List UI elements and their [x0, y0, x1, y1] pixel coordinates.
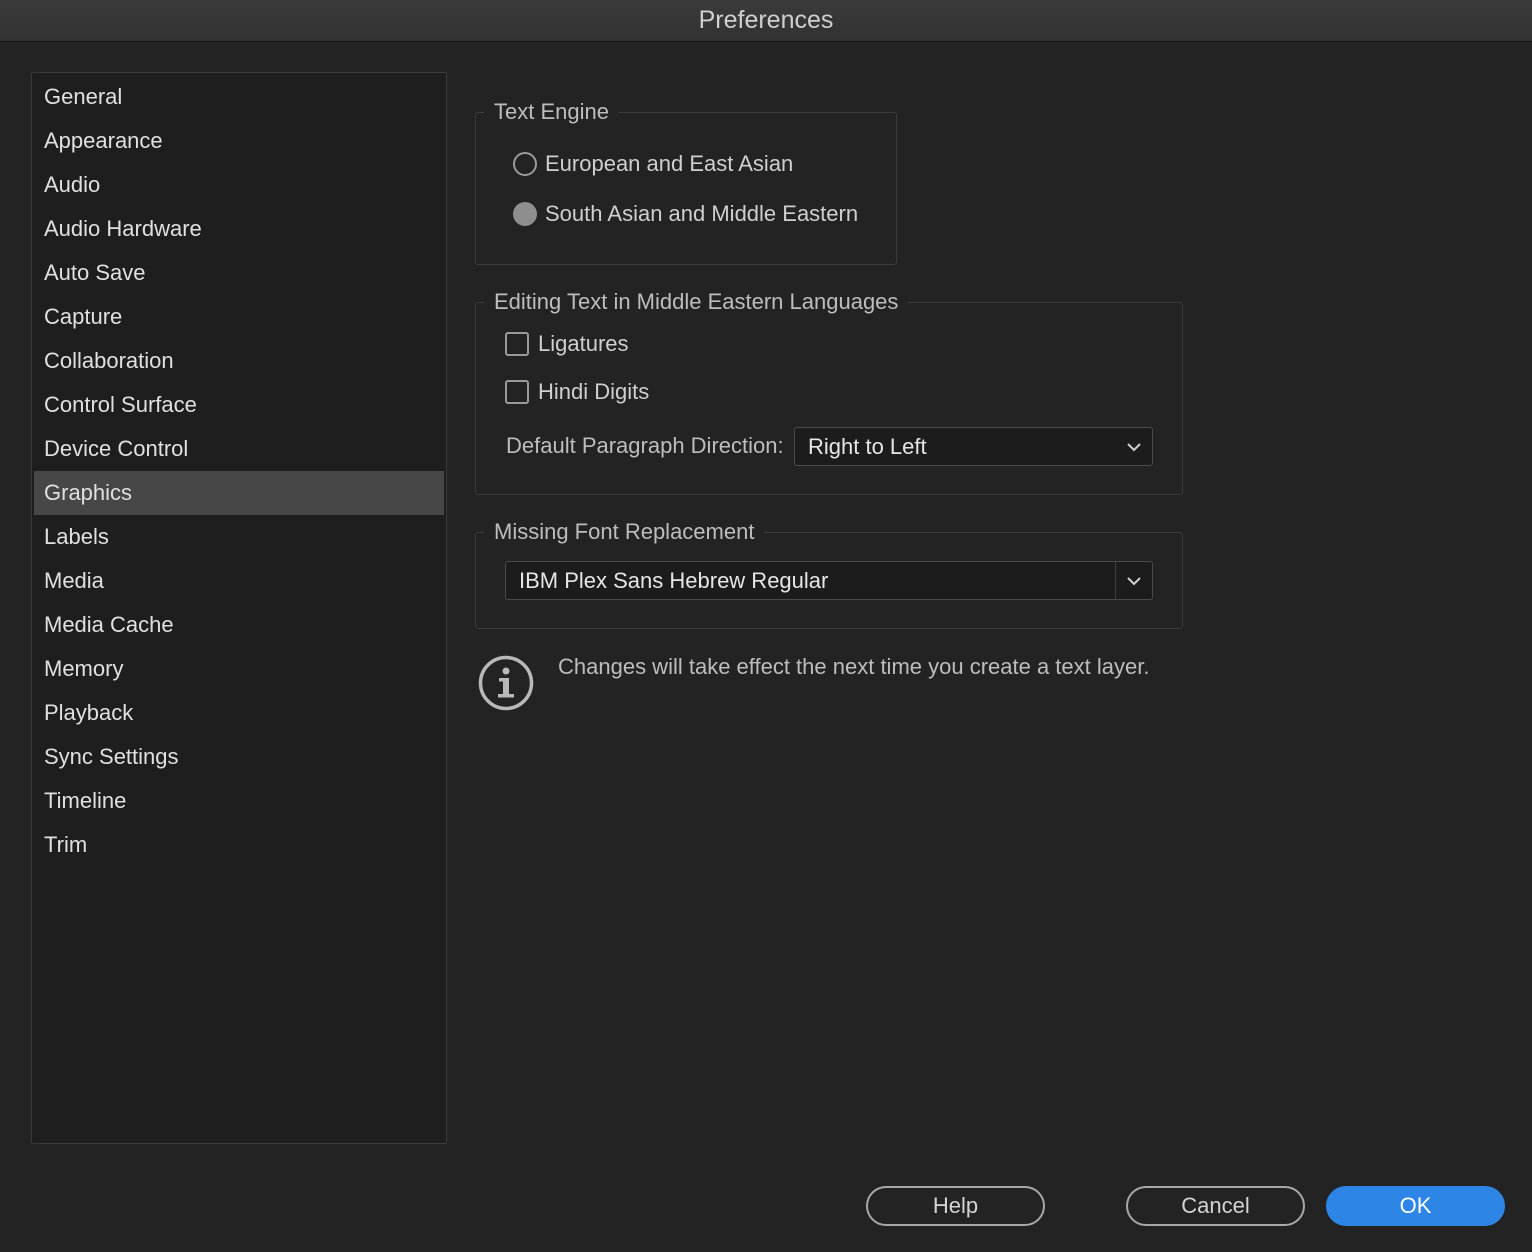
- preferences-window: Preferences General Appearance Audio Aud…: [0, 0, 1532, 1252]
- sidebar-item-memory[interactable]: Memory: [34, 647, 444, 691]
- sidebar-item-labels[interactable]: Labels: [34, 515, 444, 559]
- preferences-sidebar: General Appearance Audio Audio Hardware …: [31, 72, 447, 1144]
- info-message: Changes will take effect the next time y…: [558, 654, 1150, 679]
- sidebar-item-audio-hardware[interactable]: Audio Hardware: [34, 207, 444, 251]
- sidebar-item-media-cache[interactable]: Media Cache: [34, 603, 444, 647]
- sidebar-item-audio[interactable]: Audio: [34, 163, 444, 207]
- hindi-digits-checkbox[interactable]: [505, 380, 529, 404]
- ligatures-label: Ligatures: [538, 331, 629, 356]
- sidebar-item-appearance[interactable]: Appearance: [34, 119, 444, 163]
- sidebar-item-collaboration[interactable]: Collaboration: [34, 339, 444, 383]
- sidebar-item-control-surface[interactable]: Control Surface: [34, 383, 444, 427]
- hindi-digits-label: Hindi Digits: [538, 379, 650, 404]
- radio-button-unchecked[interactable]: [513, 152, 537, 176]
- cancel-button[interactable]: Cancel: [1126, 1186, 1305, 1226]
- text-engine-legend: Text Engine: [484, 97, 619, 127]
- sidebar-item-auto-save[interactable]: Auto Save: [34, 251, 444, 295]
- paragraph-direction-label: Default Paragraph Direction:: [506, 433, 784, 458]
- window-title: Preferences: [0, 0, 1532, 42]
- paragraph-direction-dropdown[interactable]: Right to Left: [794, 427, 1153, 466]
- paragraph-direction-value: Right to Left: [808, 434, 927, 459]
- sidebar-item-capture[interactable]: Capture: [34, 295, 444, 339]
- radio-button-checked[interactable]: [513, 202, 537, 226]
- sidebar-item-media[interactable]: Media: [34, 559, 444, 603]
- ok-button[interactable]: OK: [1326, 1186, 1505, 1226]
- chevron-down-icon[interactable]: [1115, 562, 1152, 599]
- radio-european-east-asian[interactable]: European and East Asian: [513, 149, 793, 179]
- sidebar-item-timeline[interactable]: Timeline: [34, 779, 444, 823]
- sidebar-item-playback[interactable]: Playback: [34, 691, 444, 735]
- radio-label-south-asian-middle-eastern: South Asian and Middle Eastern: [545, 201, 859, 226]
- ligatures-checkbox-row[interactable]: Ligatures: [505, 329, 629, 359]
- middle-eastern-group: Editing Text in Middle Eastern Languages…: [475, 287, 1183, 495]
- hindi-digits-checkbox-row[interactable]: Hindi Digits: [505, 377, 649, 407]
- sidebar-item-device-control[interactable]: Device Control: [34, 427, 444, 471]
- sidebar-item-sync-settings[interactable]: Sync Settings: [34, 735, 444, 779]
- ligatures-checkbox[interactable]: [505, 332, 529, 356]
- missing-font-group: Missing Font Replacement IBM Plex Sans H…: [475, 517, 1183, 629]
- missing-font-value: IBM Plex Sans Hebrew Regular: [519, 568, 829, 593]
- info-icon: [478, 655, 534, 711]
- sidebar-item-general[interactable]: General: [34, 75, 444, 119]
- radio-label-european-east-asian: European and East Asian: [545, 151, 794, 176]
- missing-font-dropdown[interactable]: IBM Plex Sans Hebrew Regular: [505, 561, 1153, 600]
- chevron-down-icon[interactable]: [1116, 428, 1152, 465]
- sidebar-item-graphics[interactable]: Graphics: [34, 471, 444, 515]
- radio-south-asian-middle-eastern[interactable]: South Asian and Middle Eastern: [513, 199, 858, 229]
- text-engine-group: Text Engine European and East Asian Sout…: [475, 97, 897, 265]
- missing-font-legend: Missing Font Replacement: [484, 517, 765, 547]
- help-button[interactable]: Help: [866, 1186, 1045, 1226]
- sidebar-item-trim[interactable]: Trim: [34, 823, 444, 867]
- middle-eastern-legend: Editing Text in Middle Eastern Languages: [484, 287, 909, 317]
